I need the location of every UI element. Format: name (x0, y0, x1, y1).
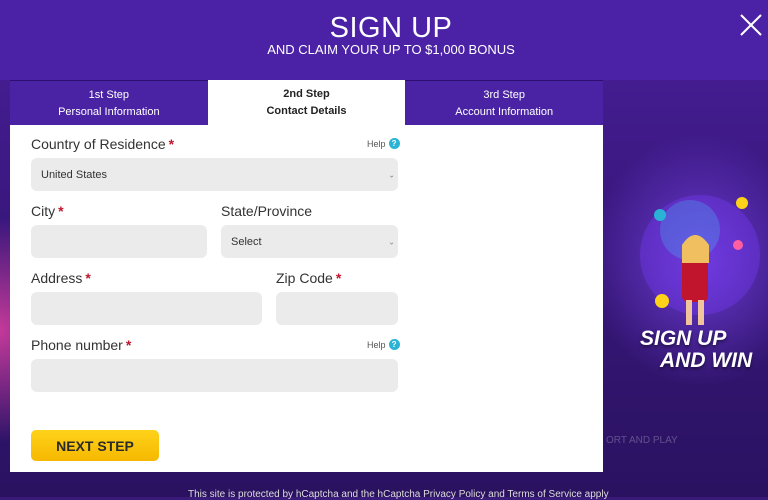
chevron-down-icon: ⌄ (388, 237, 395, 246)
contact-form: Country of Residence * Help ? United Stat… (10, 125, 603, 472)
zip-label: Zip Code * (276, 270, 341, 286)
address-label-text: Address (31, 270, 83, 286)
city-label: City * (31, 203, 64, 219)
tab-step-3[interactable]: 3rd Step Account Information (405, 80, 604, 125)
city-label-text: City (31, 203, 56, 219)
phone-label: Phone number * (31, 337, 131, 353)
help-label: Help (367, 138, 386, 149)
promo-line-2: AND WIN (660, 349, 753, 372)
required-mark: * (125, 337, 132, 353)
promo-headline: SIGN UP AND WIN (640, 328, 752, 372)
help-icon: ? (388, 138, 400, 149)
next-step-button[interactable]: NEXT STEP (31, 430, 159, 461)
close-icon (740, 14, 762, 36)
captcha-notice: This site is protected by hCaptcha and t… (188, 489, 609, 500)
required-mark: * (335, 270, 342, 286)
phone-help[interactable]: Help ? (367, 339, 400, 350)
page-subtitle: AND CLAIM YOUR UP TO $1,000 BONUS (267, 42, 515, 57)
promo-subtext: ORT AND PLAY (606, 435, 678, 446)
close-button[interactable] (736, 10, 766, 40)
tab-step-1[interactable]: 1st Step Personal Information (10, 80, 208, 125)
required-mark: * (168, 136, 175, 152)
state-label: State/Province (221, 203, 313, 219)
required-mark: * (58, 203, 64, 219)
country-label: Country of Residence * (31, 136, 174, 152)
page-title: SIGN UP (329, 12, 453, 44)
city-input[interactable] (31, 225, 207, 258)
chevron-down-icon: ⌄ (388, 170, 395, 179)
phone-label-text: Phone number (31, 337, 123, 353)
step-tabs: 1st Step Personal Information 2nd Step C… (10, 80, 604, 125)
country-label-text: Country of Residence (31, 136, 166, 152)
country-help[interactable]: Help ? (367, 138, 400, 149)
step-number: 3rd Step (483, 89, 525, 101)
required-mark: * (85, 270, 91, 286)
address-input[interactable] (31, 292, 262, 325)
step-title: Personal Information (58, 106, 160, 118)
phone-input[interactable] (31, 359, 398, 392)
help-label: Help (367, 339, 386, 350)
country-value: United States (41, 168, 108, 181)
step-title: Account Information (455, 106, 554, 118)
state-select[interactable]: Select ⌄ (221, 225, 398, 258)
zip-label-text: Zip Code (276, 270, 333, 286)
state-value: Select (231, 235, 262, 248)
address-label: Address * (31, 270, 91, 286)
step-number: 2nd Step (283, 88, 330, 100)
tab-step-2[interactable]: 2nd Step Contact Details (207, 80, 406, 125)
promo-line-1: SIGN UP (640, 327, 727, 350)
step-title: Contact Details (266, 105, 347, 117)
zip-input[interactable] (276, 292, 398, 325)
help-icon: ? (388, 339, 400, 350)
country-select[interactable]: United States ⌄ (31, 158, 398, 191)
step-number: 1st Step (88, 89, 130, 101)
